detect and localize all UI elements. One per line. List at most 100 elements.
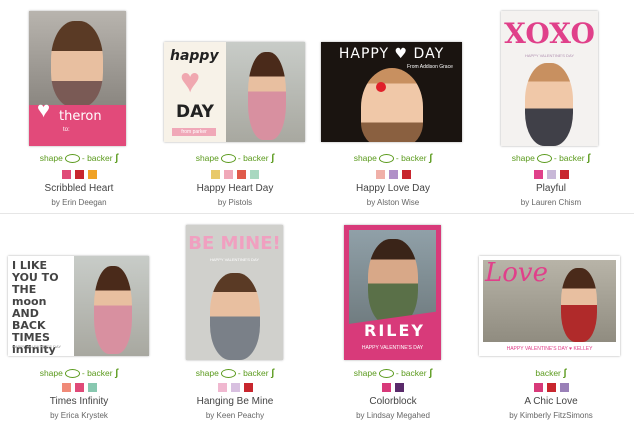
designer-name[interactable]: by Lauren Chism (472, 198, 630, 207)
product-card[interactable]: I LIKE YOU TO THE moon AND BACK TIMES in… (0, 214, 158, 423)
options-row: shape - backer ʃ (0, 368, 158, 379)
color-swatches (156, 383, 314, 392)
product-card[interactable]: Love HAPPY VALENTINE'S DAY ♥ KELLEY back… (472, 214, 630, 423)
color-swatch[interactable] (395, 383, 404, 392)
options-row: backer ʃ (472, 368, 630, 379)
card-title-text: theron (59, 109, 102, 124)
oval-shape-icon (220, 154, 236, 164)
designer-name[interactable]: by Pistols (156, 198, 314, 207)
backer-curl-icon: ʃ (428, 368, 433, 379)
shape-option-label[interactable]: shape (354, 153, 377, 163)
product-name[interactable]: A Chic Love (472, 396, 630, 407)
card-thumbnail[interactable]: I LIKE YOU TO THE moon AND BACK TIMES in… (8, 256, 149, 356)
color-swatch[interactable] (546, 170, 556, 179)
backer-option-label[interactable]: backer (243, 368, 269, 378)
product-name[interactable]: Happy Heart Day (156, 183, 314, 194)
color-swatch[interactable] (401, 170, 411, 179)
designer-name[interactable]: by Keen Peachy (156, 411, 314, 420)
card-thumbnail[interactable]: HAPPY ♥ DAY From Addison Grace (321, 42, 462, 142)
color-swatch[interactable] (243, 383, 253, 392)
card-thumbnail[interactable]: Love HAPPY VALENTINE'S DAY ♥ KELLEY (479, 256, 620, 356)
card-thumbnail[interactable]: ♥ theron to: (29, 11, 126, 146)
color-swatch[interactable] (250, 170, 259, 179)
color-swatch[interactable] (61, 170, 71, 179)
separator: - (395, 153, 399, 163)
separator: - (81, 368, 85, 378)
product-card[interactable]: happy ♥ DAY from parker shape - backer ʃ … (156, 0, 314, 213)
product-name[interactable]: Times Infinity (0, 396, 158, 407)
product-name[interactable]: Colorblock (314, 396, 472, 407)
card-subtext: from parker (172, 128, 216, 136)
backer-option-label[interactable]: backer (401, 153, 427, 163)
color-swatches (156, 170, 314, 179)
separator: - (237, 368, 241, 378)
card-thumbnail[interactable]: RILEY HAPPY VALENTINE'S DAY (344, 225, 441, 360)
backer-option-label[interactable]: backer (87, 153, 113, 163)
color-swatches (472, 383, 630, 392)
options-row: shape - backer ʃ (314, 368, 472, 379)
color-swatch[interactable] (533, 383, 543, 392)
backer-option-label[interactable]: backer (87, 368, 113, 378)
color-swatch[interactable] (230, 383, 240, 392)
color-swatch[interactable] (546, 383, 556, 392)
color-swatch[interactable] (224, 170, 233, 179)
product-card[interactable]: BE MINE! HAPPY VALENTINE'S DAY shape - ba… (156, 214, 314, 423)
backer-curl-icon: ʃ (270, 368, 275, 379)
color-swatch[interactable] (211, 170, 220, 179)
shape-option-label[interactable]: shape (40, 368, 63, 378)
color-swatch[interactable] (87, 383, 97, 392)
designer-name[interactable]: by Kimberly FitzSimons (472, 411, 630, 420)
product-name[interactable]: Hanging Be Mine (156, 396, 314, 407)
options-row: shape - backer ʃ (314, 153, 472, 164)
card-subtext: HAPPY VALENTINE'S DAY (524, 53, 574, 58)
oval-shape-icon (220, 369, 236, 379)
shape-option-label[interactable]: shape (354, 368, 377, 378)
color-swatch[interactable] (61, 383, 71, 392)
color-swatch[interactable] (382, 383, 391, 392)
product-name[interactable]: Happy Love Day (314, 183, 472, 194)
backer-option-label[interactable]: backer (535, 368, 561, 378)
card-thumbnail[interactable]: BE MINE! HAPPY VALENTINE'S DAY (186, 225, 283, 360)
product-card[interactable]: RILEY HAPPY VALENTINE'S DAY shape - backe… (314, 214, 472, 423)
color-swatches (472, 170, 630, 179)
shape-option-label[interactable]: shape (512, 153, 535, 163)
shape-option-label[interactable]: shape (40, 153, 63, 163)
product-name[interactable]: Scribbled Heart (0, 183, 158, 194)
designer-name[interactable]: by Alston Wise (314, 198, 472, 207)
color-swatch[interactable] (217, 383, 227, 392)
color-swatch[interactable] (237, 170, 246, 179)
color-swatch[interactable] (559, 170, 569, 179)
backer-curl-icon: ʃ (586, 153, 591, 164)
color-swatch[interactable] (559, 383, 569, 392)
oval-shape-icon (64, 154, 80, 164)
card-thumbnail[interactable]: happy ♥ DAY from parker (164, 42, 305, 142)
backer-option-label[interactable]: backer (243, 153, 269, 163)
color-swatch[interactable] (87, 170, 97, 179)
separator: - (237, 153, 241, 163)
backer-option-label[interactable]: backer (401, 368, 427, 378)
color-swatch[interactable] (375, 170, 385, 179)
designer-name[interactable]: by Lindsay Megahed (314, 411, 472, 420)
product-card[interactable]: ♥ theron to: shape - backer ʃ Scribbled H… (0, 0, 158, 213)
separator: - (395, 368, 399, 378)
designer-name[interactable]: by Erin Deegan (0, 198, 158, 207)
card-thumbnail[interactable]: XOXO HAPPY VALENTINE'S DAY (501, 11, 598, 146)
card-title-text: RILEY (364, 321, 425, 340)
backer-option-label[interactable]: backer (559, 153, 585, 163)
product-card[interactable]: XOXO HAPPY VALENTINE'S DAY shape - backer… (472, 0, 630, 213)
product-card[interactable]: HAPPY ♥ DAY From Addison Grace shape - ba… (314, 0, 472, 213)
color-swatches (314, 170, 472, 179)
card-title-text: XOXO (504, 17, 595, 50)
oval-shape-icon (378, 154, 394, 164)
product-grid: ♥ theron to: shape - backer ʃ Scribbled H… (0, 0, 634, 423)
shape-option-label[interactable]: shape (196, 153, 219, 163)
color-swatch[interactable] (74, 383, 84, 392)
color-swatch[interactable] (74, 170, 84, 179)
color-swatch[interactable] (533, 170, 543, 179)
color-swatch[interactable] (388, 170, 398, 179)
designer-name[interactable]: by Erica Krystek (0, 411, 158, 420)
oval-shape-icon (378, 369, 394, 379)
shape-option-label[interactable]: shape (196, 368, 219, 378)
product-name[interactable]: Playful (472, 183, 630, 194)
card-subtext: HAPPY VALENTINE'S DAY ♥ KELLEY (506, 346, 593, 352)
